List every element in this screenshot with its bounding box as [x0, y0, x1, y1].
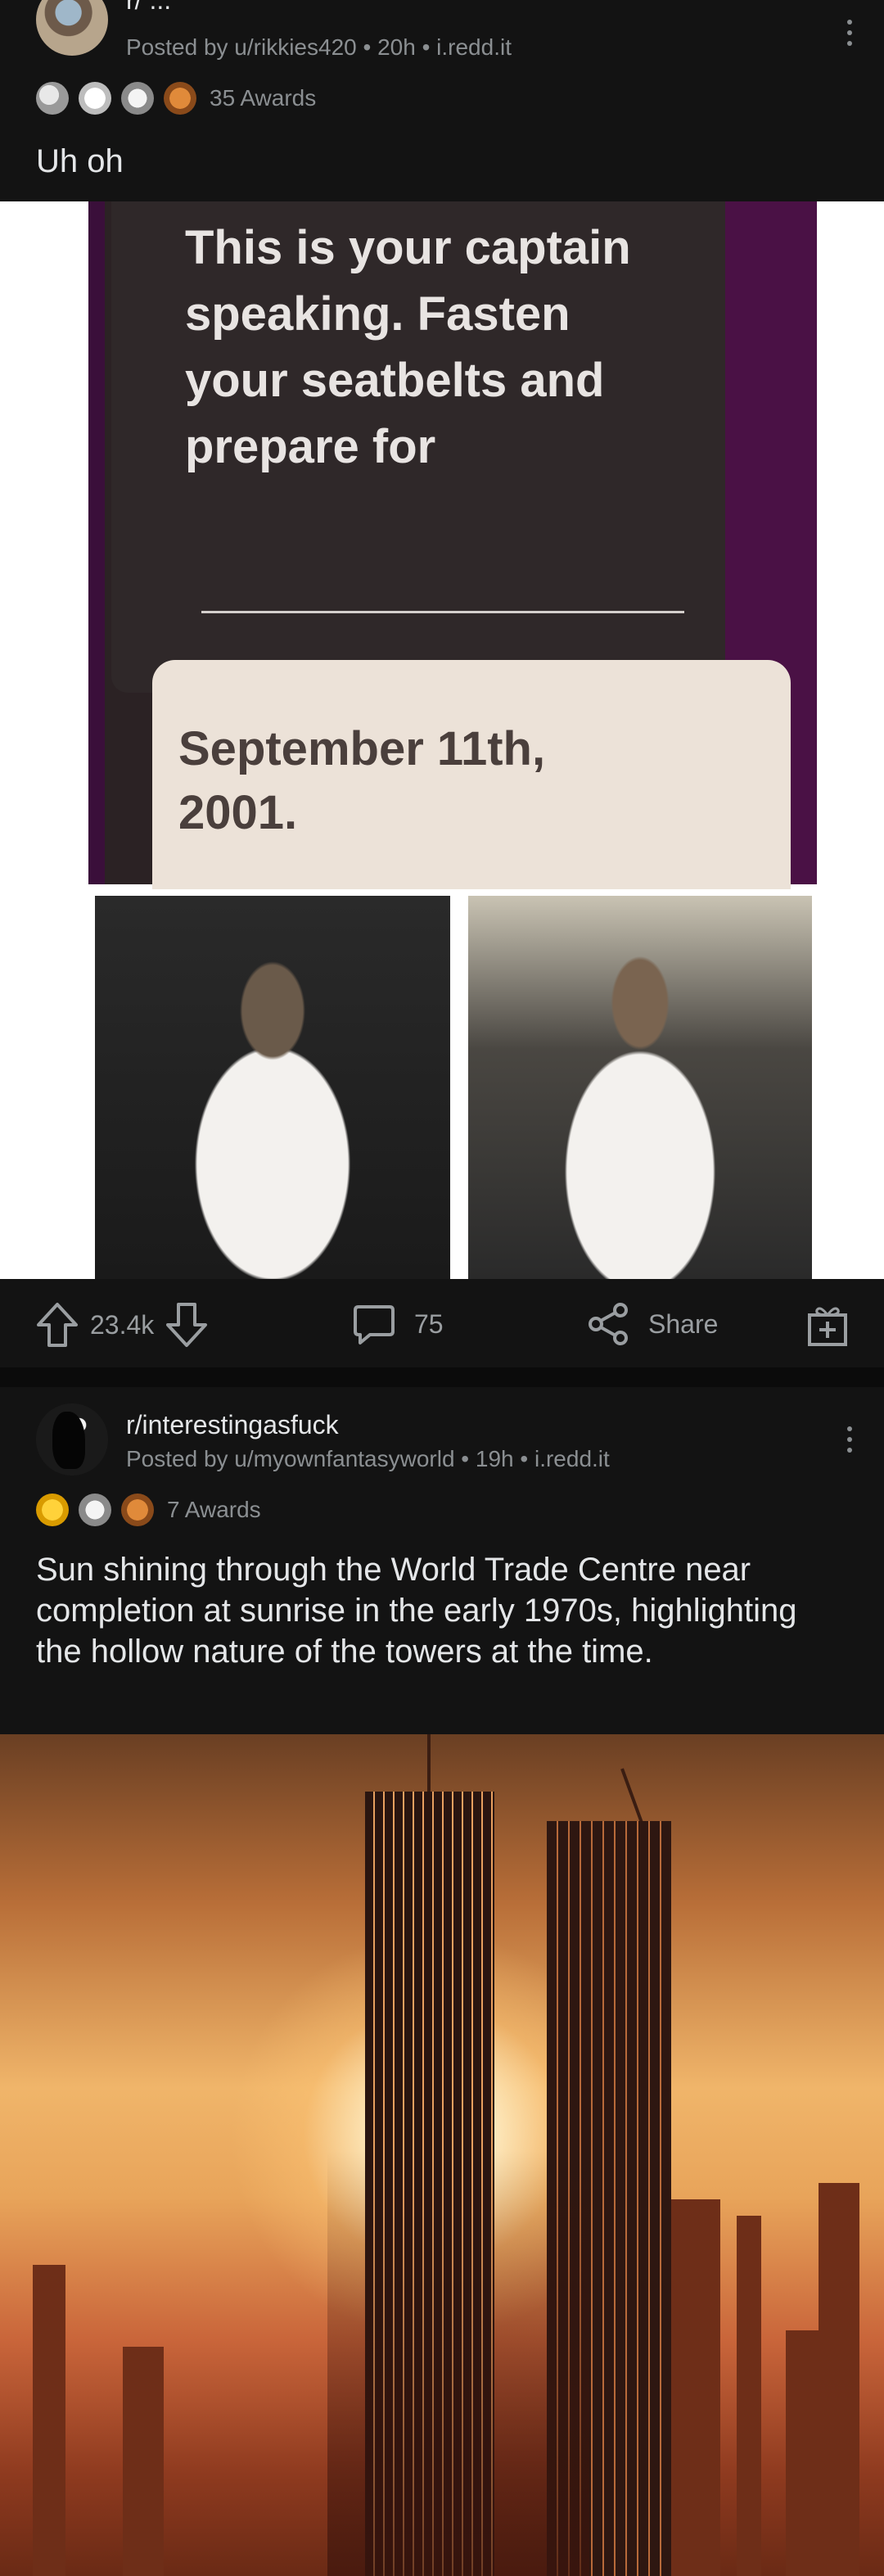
- upvote-arrow-icon[interactable]: [36, 1302, 79, 1348]
- tower-shadow: [327, 2150, 589, 2576]
- skyline-building: [671, 2199, 720, 2576]
- subreddit-name[interactable]: r/interestingasfuck: [126, 1410, 339, 1440]
- more-options-icon[interactable]: [840, 1426, 859, 1453]
- more-options-icon[interactable]: [840, 20, 859, 46]
- white-card-text: September 11th, 2001.: [178, 717, 545, 845]
- post-image[interactable]: This is your captain speaking. Fasten yo…: [0, 201, 884, 1279]
- subreddit-name[interactable]: r/ ...: [126, 0, 171, 16]
- awards-count: 35 Awards: [210, 85, 317, 111]
- black-card: This is your captain speaking. Fasten yo…: [111, 201, 725, 693]
- award-icon: [79, 82, 111, 115]
- skyline-building: [737, 2216, 761, 2576]
- card-blank-line: [201, 611, 684, 613]
- white-card-line: September 11th,: [178, 722, 546, 775]
- post-title[interactable]: Sun shining through the World Trade Cent…: [36, 1549, 822, 1672]
- comment-count: 75: [414, 1308, 444, 1339]
- reaction-photo-left: [95, 896, 450, 1279]
- post-byline[interactable]: Posted by u/myownfantasyworld • 19h • i.…: [126, 1446, 610, 1472]
- tower-antenna: [427, 1734, 431, 1793]
- silver-award-icon: [121, 82, 154, 115]
- post-action-bar: 23.4k 75 Share: [0, 1279, 884, 1367]
- post-header: r/ ... Posted by u/rikkies420 • 20h • i.…: [0, 0, 884, 79]
- post-byline[interactable]: Posted by u/rikkies420 • 20h • i.redd.it: [126, 34, 512, 61]
- skyline-building: [786, 2330, 819, 2576]
- comments-button[interactable]: 75: [352, 1302, 444, 1346]
- post-image[interactable]: [0, 1734, 884, 2576]
- post-card[interactable]: r/ ... Posted by u/rikkies420 • 20h • i.…: [0, 0, 884, 1367]
- vote-controls: 23.4k: [36, 1302, 208, 1348]
- skyline-building: [819, 2183, 859, 2576]
- vote-count: 23.4k: [90, 1309, 155, 1340]
- award-icon: [121, 1494, 154, 1526]
- post-card[interactable]: r/interestingasfuck Posted by u/myownfan…: [0, 1387, 884, 2576]
- construction-crane: [620, 1768, 643, 1824]
- card-photo: This is your captain speaking. Fasten yo…: [88, 201, 817, 889]
- award-icon: [164, 82, 196, 115]
- awards-row[interactable]: 7 Awards: [36, 1494, 261, 1526]
- awards-count: 7 Awards: [167, 1497, 261, 1522]
- awards-row[interactable]: 35 Awards: [36, 82, 316, 115]
- gift-award-icon[interactable]: [805, 1304, 850, 1348]
- share-label: Share: [648, 1308, 719, 1339]
- share-icon: [586, 1302, 630, 1346]
- skyline-building: [123, 2347, 164, 2576]
- downvote-arrow-icon[interactable]: [165, 1302, 208, 1348]
- comment-bubble-icon: [352, 1302, 396, 1346]
- subreddit-avatar[interactable]: [36, 0, 108, 56]
- reaction-photo-right: [468, 896, 812, 1279]
- silver-award-icon: [79, 1494, 111, 1526]
- white-card-line: 2001.: [178, 786, 298, 839]
- post-title[interactable]: Uh oh: [36, 141, 810, 182]
- share-button[interactable]: Share: [586, 1302, 718, 1346]
- gold-award-icon: [36, 1494, 69, 1526]
- post-header: r/interestingasfuck Posted by u/myownfan…: [0, 1387, 884, 1476]
- black-card-text: This is your captain speaking. Fasten yo…: [185, 221, 631, 473]
- skyline-building: [33, 2265, 65, 2576]
- subreddit-avatar[interactable]: [36, 1403, 108, 1476]
- award-icon: [36, 82, 69, 115]
